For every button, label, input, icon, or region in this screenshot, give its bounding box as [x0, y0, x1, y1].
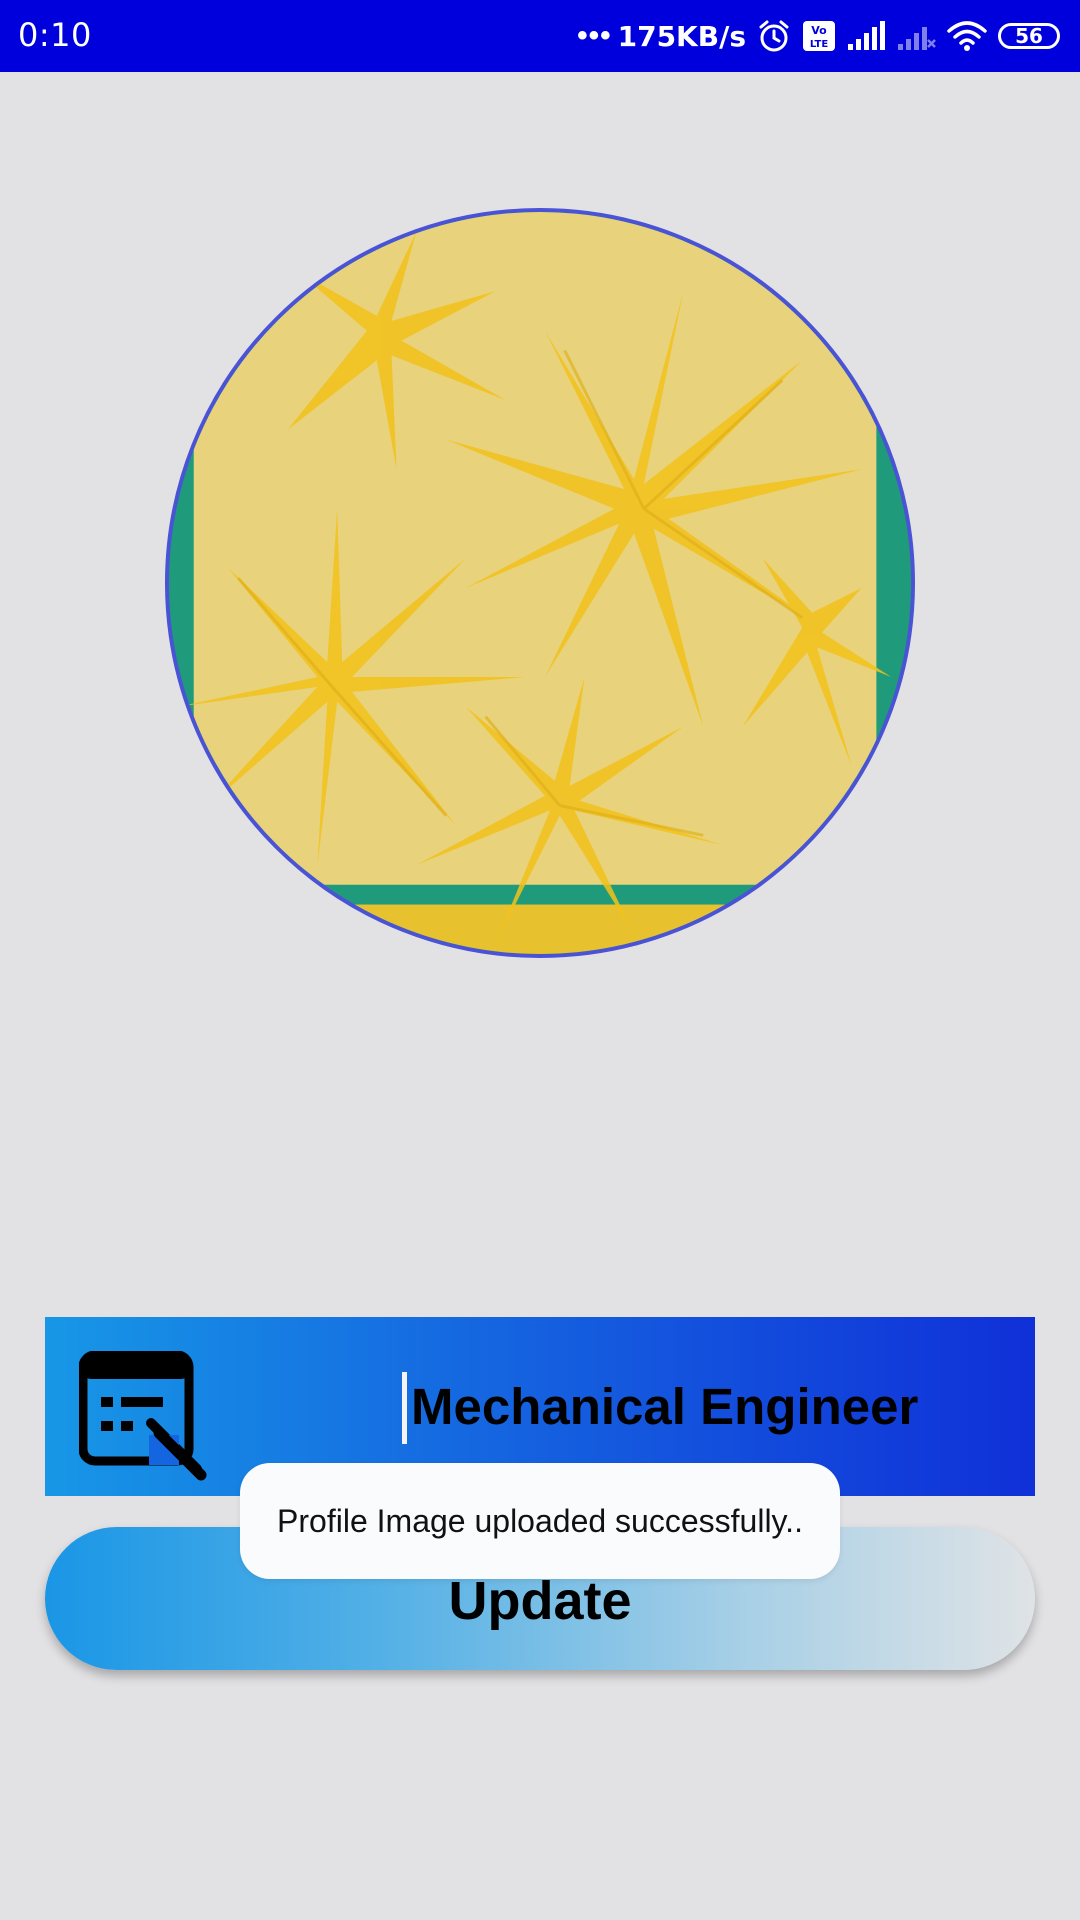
- toast-text: Profile Image uploaded successfully..: [277, 1502, 803, 1539]
- status-bar: 0:10 ••• 175KB/s Vo LTE 56: [0, 0, 1080, 72]
- network-speed: 175KB/s: [617, 19, 746, 53]
- volte-icon: Vo LTE: [803, 21, 835, 51]
- battery-icon: 56: [998, 23, 1060, 49]
- designation-input[interactable]: Mechanical Engineer: [411, 1377, 918, 1436]
- status-icons: ••• 175KB/s Vo LTE 56: [577, 14, 1060, 58]
- profile-image[interactable]: [165, 208, 915, 958]
- svg-text:LTE: LTE: [810, 39, 829, 50]
- profile-image-picture: [169, 212, 911, 954]
- more-dots-icon: •••: [577, 19, 612, 52]
- signal-icon: [848, 21, 885, 50]
- signal-off-icon: [898, 27, 936, 50]
- status-time: 0:10: [18, 16, 92, 54]
- text-cursor: [402, 1372, 407, 1444]
- wifi-icon: [947, 21, 987, 51]
- svg-text:Vo: Vo: [811, 24, 827, 37]
- alarm-icon: [759, 20, 789, 52]
- battery-level: 56: [1015, 24, 1043, 48]
- toast-message: Profile Image uploaded successfully..: [240, 1463, 840, 1579]
- edit-designation-icon: [79, 1351, 207, 1481]
